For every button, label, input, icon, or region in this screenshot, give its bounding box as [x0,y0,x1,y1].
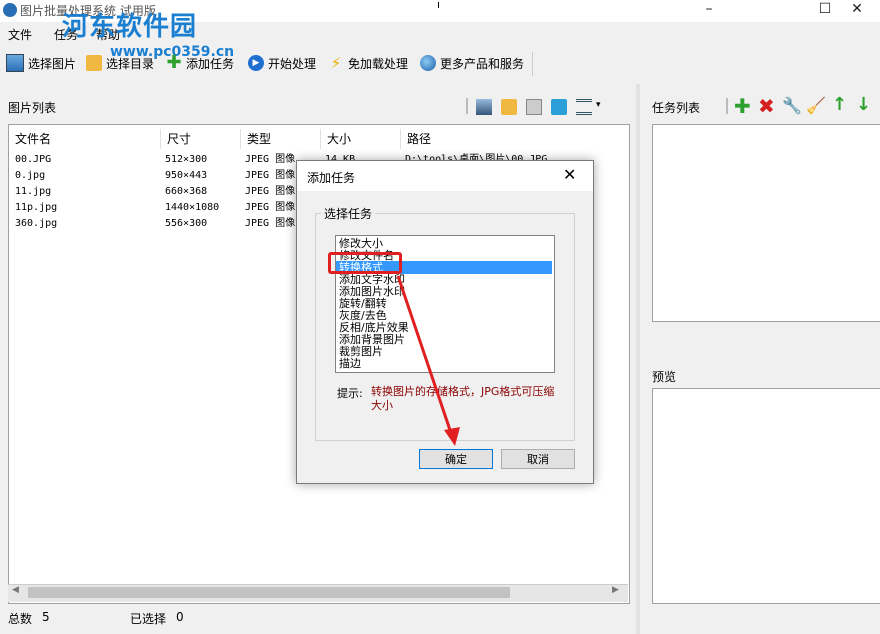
selected-count: 0 [176,610,184,624]
hint-label: 提示: [337,385,363,401]
toolbar-label: 添加任务 [186,55,234,72]
no-load-process-button[interactable]: ⚡ 免加载处理 [328,54,408,72]
cell-type: JPEG 图像 [245,184,295,200]
column-header-filesize[interactable]: 大小 [321,129,401,149]
scroll-left-icon[interactable]: ◀ [12,585,19,595]
cell-name: 11.jpg [15,184,51,200]
add-task-icon[interactable]: ✚ [734,94,751,118]
lightning-icon: ⚡ [328,55,344,71]
task-group-label: 选择任务 [321,205,375,222]
clear-list-icon[interactable] [551,99,567,115]
plus-icon: ✚ [166,55,182,71]
add-folder-icon[interactable] [501,99,517,115]
select-image-button[interactable]: 选择图片 [6,54,76,72]
cursor-mark [438,2,439,8]
toolbar-label: 选择目录 [106,55,154,72]
splitter[interactable] [636,84,640,634]
toolbar-label: 开始处理 [268,55,316,72]
column-header-size[interactable]: 尺寸 [161,129,241,149]
column-header-path[interactable]: 路径 [401,129,627,149]
image-list-label: 图片列表 [8,99,56,116]
image-icon [6,54,24,72]
wrench-icon[interactable]: 🔧 [782,96,802,115]
highlight-box [328,252,402,274]
play-icon: ▶ [248,55,264,71]
list-item[interactable]: 描边 [336,357,552,370]
cell-size: 950×443 [165,168,207,184]
add-task-dialog: 添加任务 ✕ 选择任务 修改大小 修改文件名 转换格式 添加文字水印 添加图片水… [296,160,594,484]
dialog-close-button[interactable]: ✕ [563,165,576,184]
cell-type: JPEG 图像 [245,168,295,184]
view-mode-icon[interactable] [576,99,592,115]
selected-label: 已选择 [130,610,166,627]
cell-size: 1440×1080 [165,200,219,216]
cell-name: 00.JPG [15,152,51,168]
minimize-button[interactable]: – [686,0,732,22]
ok-button[interactable]: 确定 [419,449,493,469]
cell-name: 11p.jpg [15,200,57,216]
add-image-icon[interactable] [476,99,492,115]
preview-area [652,388,880,604]
chevron-down-icon[interactable]: ▾ [596,100,601,110]
task-list-label: 任务列表 [652,99,700,116]
select-folder-button[interactable]: 选择目录 [86,54,154,72]
scroll-right-icon[interactable]: ▶ [612,585,619,595]
more-products-button[interactable]: 更多产品和服务 [420,54,524,72]
start-process-button[interactable]: ▶ 开始处理 [248,54,316,72]
task-list[interactable] [652,124,880,322]
cell-name: 0.jpg [15,168,45,184]
folder-icon [86,55,102,71]
cell-size: 556×300 [165,216,207,232]
watermark-logo: 河东软件园 [62,6,197,43]
grip [726,98,728,114]
move-up-icon[interactable]: ↑ [832,94,847,115]
globe-icon [420,55,436,71]
move-down-icon[interactable]: ↓ [856,94,871,115]
cell-type: JPEG 图像 [245,200,295,216]
broom-icon[interactable]: 🧹 [806,96,826,115]
toolbar-label: 免加载处理 [348,55,408,72]
dialog-title: 添加任务 [307,169,355,186]
total-count: 5 [42,610,50,624]
cell-name: 360.jpg [15,216,57,232]
toolbar-label: 更多产品和服务 [440,55,524,72]
toolbar-label: 选择图片 [28,55,76,72]
delete-task-icon[interactable]: ✖ [758,94,775,118]
cell-type: JPEG 图像 [245,152,295,168]
cell-size: 660×368 [165,184,207,200]
toolbar-divider [532,52,533,76]
remove-image-icon[interactable] [526,99,542,115]
cell-type: JPEG 图像 [245,216,295,232]
column-header-type[interactable]: 类型 [241,129,321,149]
add-task-button[interactable]: ✚ 添加任务 [166,54,234,72]
cell-size: 512×300 [165,152,207,168]
column-header-name[interactable]: 文件名 [9,129,161,149]
menu-file[interactable]: 文件 [8,26,32,43]
grip [466,98,468,114]
preview-label: 预览 [652,368,676,385]
scrollbar-thumb[interactable] [28,587,510,598]
close-button[interactable]: ✕ [834,0,880,22]
hint-text: 转换图片的存储格式，JPG格式可压缩大小 [371,385,557,413]
cancel-button[interactable]: 取消 [501,449,575,469]
total-label: 总数 [8,610,32,627]
app-icon [3,3,17,17]
